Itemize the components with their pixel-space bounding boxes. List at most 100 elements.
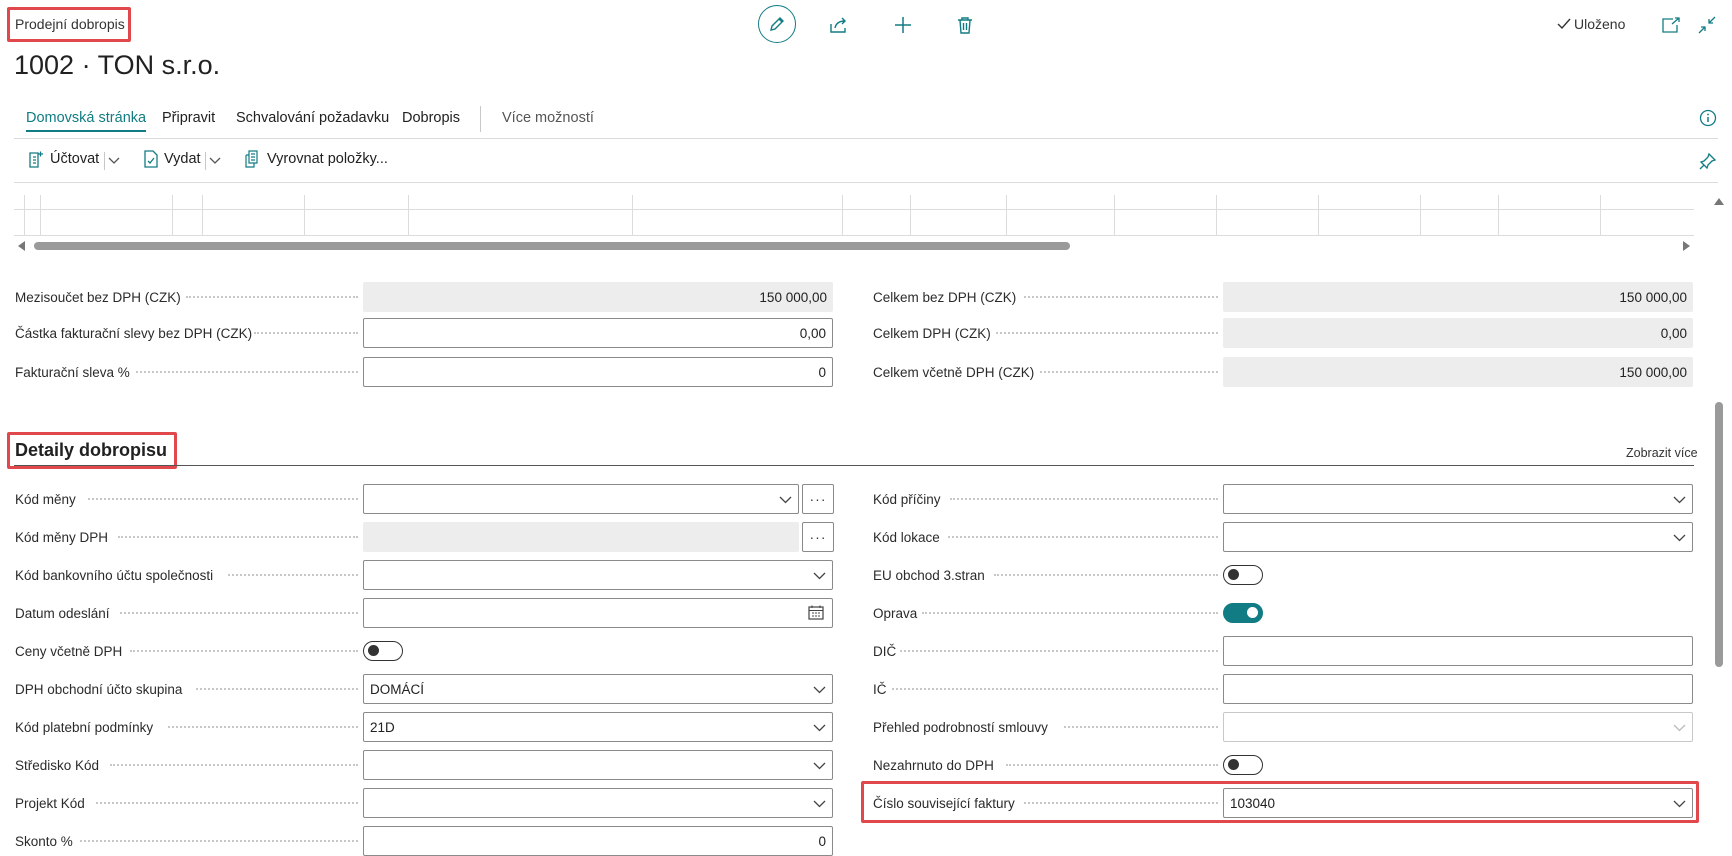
chevron-down-icon (813, 724, 826, 732)
scroll-up-button[interactable] (1712, 196, 1726, 208)
pin-action-bar-button[interactable] (1697, 150, 1719, 172)
section-separator (14, 465, 1694, 466)
eu-3-party-trade-label: EU obchod 3.stran (873, 567, 985, 583)
currency-code-lookup-button[interactable]: ··· (802, 484, 834, 514)
issue-action[interactable]: Vydat (144, 150, 201, 168)
edit-button[interactable] (758, 5, 796, 43)
post-action[interactable]: Účtovat (28, 150, 99, 168)
project-code-leader (96, 788, 358, 818)
vat-registration-no-label: DIČ (873, 643, 897, 659)
inv-discount-amount-input[interactable]: 0,00 (363, 318, 833, 348)
inv-discount-pct-label: Fakturační sleva % (15, 364, 130, 380)
shipment-date-label: Datum odeslání (15, 605, 110, 621)
tab-approval[interactable]: Schvalování požadavku (236, 110, 389, 126)
vat-bus-posting-group-leader (196, 674, 358, 704)
chevron-down-icon (813, 800, 826, 808)
excluded-from-vat-label: Nezahrnuto do DPH (873, 757, 994, 773)
payment-terms-label: Kód platební podmínky (15, 719, 154, 735)
payment-terms-leader (168, 712, 358, 742)
total-excl-vat-leader (1024, 282, 1218, 312)
info-button[interactable] (1697, 107, 1719, 129)
reason-code-leader (950, 484, 1218, 514)
collapse-icon (1698, 16, 1716, 34)
vat-currency-code-label: Kód měny DPH (15, 529, 109, 545)
checkmark-icon (1557, 18, 1571, 30)
inv-discount-pct-leader (136, 357, 358, 387)
issue-dropdown-divider (205, 152, 206, 170)
registration-no-input[interactable] (1223, 674, 1693, 704)
project-code-select[interactable] (363, 788, 833, 818)
chevron-down-icon (1673, 724, 1686, 732)
vat-currency-code-leader (118, 522, 358, 552)
saved-label: Uloženo (1574, 16, 1626, 32)
total-incl-vat-label: Celkem včetně DPH (CZK) (873, 364, 1035, 380)
collapse-button[interactable] (1696, 14, 1718, 36)
tabs-separator (14, 138, 1718, 139)
apply-entries-icon (245, 150, 258, 168)
department-code-label: Středisko Kód (15, 757, 100, 773)
vat-bus-posting-group-select[interactable]: DOMÁCÍ (363, 674, 833, 704)
inv-discount-pct-input[interactable]: 0 (363, 357, 833, 387)
reason-code-label: Kód příčiny (873, 491, 941, 507)
post-dropdown-divider (104, 152, 105, 170)
company-bank-account-leader (228, 560, 358, 590)
payment-terms-select[interactable]: 21D (363, 712, 833, 742)
chevron-down-icon (1673, 496, 1686, 504)
vat-registration-no-input[interactable] (1223, 636, 1693, 666)
issue-dropdown-button[interactable] (207, 153, 223, 169)
chevron-down-icon (209, 157, 221, 164)
share-button[interactable] (827, 13, 851, 37)
shipment-date-input[interactable] (363, 598, 833, 628)
chevron-down-icon (813, 572, 826, 580)
reason-code-select[interactable] (1223, 484, 1693, 514)
prices-incl-vat-toggle[interactable] (363, 641, 403, 661)
plus-icon (895, 17, 911, 33)
project-code-label: Projekt Kód (15, 795, 85, 811)
pin-icon (1699, 152, 1717, 170)
open-new-window-button[interactable] (1660, 14, 1682, 36)
total-incl-vat-value: 150 000,00 (1223, 357, 1693, 387)
payment-discount-label: Skonto % (15, 833, 73, 849)
excluded-from-vat-toggle[interactable] (1223, 755, 1263, 775)
eu-3-party-trade-leader (994, 560, 1218, 590)
location-code-select[interactable] (1223, 522, 1693, 552)
horizontal-scrollbar-thumb[interactable] (34, 242, 1070, 250)
total-excl-vat-label: Celkem bez DPH (CZK) (873, 289, 1017, 305)
post-dropdown-button[interactable] (106, 153, 122, 169)
currency-code-label: Kód měny (15, 491, 76, 507)
inv-discount-amount-leader (254, 318, 358, 348)
tab-more-options[interactable]: Více možností (502, 110, 594, 126)
chevron-down-icon (1673, 534, 1686, 542)
contract-details-select (1223, 712, 1693, 742)
tab-prepare[interactable]: Připravit (162, 110, 215, 126)
location-code-leader (948, 522, 1218, 552)
correction-toggle[interactable] (1223, 603, 1263, 623)
vertical-scrollbar-thumb[interactable] (1715, 402, 1723, 667)
apply-entries-action[interactable]: Vyrovnat položky... (245, 150, 388, 168)
vat-currency-code-lookup-button[interactable]: ··· (802, 522, 834, 552)
tab-credit-memo[interactable]: Dobropis (402, 110, 460, 126)
eu-3-party-trade-toggle[interactable] (1223, 565, 1263, 585)
post-label: Účtovat (50, 151, 100, 167)
delete-button[interactable] (953, 13, 977, 37)
calendar-icon[interactable] (808, 605, 824, 620)
tab-home[interactable]: Domovská stránka (26, 110, 147, 132)
currency-code-select[interactable] (363, 484, 799, 514)
subtotal-label: Mezisoučet bez DPH (CZK) (15, 289, 181, 305)
department-code-select[interactable] (363, 750, 833, 780)
department-code-leader (110, 750, 358, 780)
company-bank-account-select[interactable] (363, 560, 833, 590)
contract-details-label: Přehled podrobností smlouvy (873, 719, 1048, 735)
scroll-left-button[interactable] (16, 240, 28, 252)
scroll-right-button[interactable] (1680, 240, 1692, 252)
triangle-right-icon (1683, 241, 1690, 251)
apply-entries-label: Vyrovnat položky... (267, 151, 388, 167)
total-vat-value: 0,00 (1223, 318, 1693, 348)
show-more-link[interactable]: Zobrazit více (1626, 446, 1698, 460)
correction-label: Oprava (873, 605, 918, 621)
inv-discount-amount-label: Částka fakturační slevy bez DPH (CZK) (15, 325, 253, 341)
payment-discount-input[interactable]: 0 (363, 826, 833, 856)
highlight-page-type (7, 7, 131, 42)
new-button[interactable] (891, 13, 915, 37)
chevron-down-icon (108, 157, 120, 164)
